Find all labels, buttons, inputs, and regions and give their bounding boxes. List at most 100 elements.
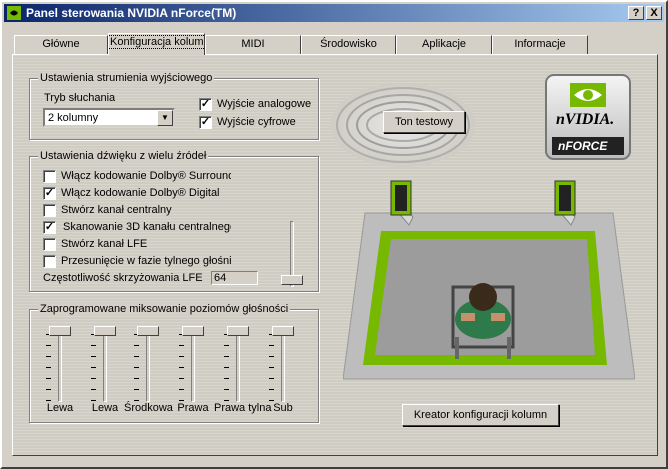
tab-glowne[interactable]: Główne xyxy=(14,35,108,54)
mix-slider-tick xyxy=(179,378,184,379)
mix-slider-track-5[interactable] xyxy=(281,330,285,402)
mix-slider-tick xyxy=(46,367,51,368)
mix-slider-label-5: Sub xyxy=(273,402,293,414)
mix-slider-tick xyxy=(91,378,96,379)
mode-label: Tryb słuchania xyxy=(44,92,116,104)
dolby-surround-option[interactable]: Włącz kodowanie Dolby® Surround xyxy=(43,170,231,184)
analog-output-checkbox[interactable]: ✓ xyxy=(199,98,212,111)
speaker-room-scene xyxy=(343,180,635,380)
mix-slider-tick xyxy=(179,389,184,390)
speaker-wizard-button[interactable]: Kreator konfiguracji kolumn xyxy=(402,404,559,426)
tab-srodowisko[interactable]: Środowisko xyxy=(301,35,396,54)
center-channel-label: Stwórz kanał centralny xyxy=(61,204,172,216)
mix-slider-track-3[interactable] xyxy=(191,330,195,402)
mix-slider-tick xyxy=(269,378,274,379)
rear-phase-label: Przesunięcie w fazie tylnego głośnika xyxy=(61,255,231,267)
window: Panel sterowania NVIDIA nForce(TM) ? X G… xyxy=(0,0,668,469)
mix-slider-tick xyxy=(46,389,51,390)
mix-slider-tick xyxy=(269,389,274,390)
nvidia-brand: nVIDIA. xyxy=(556,111,615,128)
digital-output-option[interactable]: ✓ Wyjście cyfrowe xyxy=(199,116,317,130)
lfe-channel-checkbox[interactable] xyxy=(43,238,56,251)
mix-slider-thumb-2[interactable] xyxy=(137,326,159,336)
chevron-down-icon[interactable]: ▼ xyxy=(157,110,173,126)
mix-slider-tick xyxy=(91,389,96,390)
dolby-surround-label: Włącz kodowanie Dolby® Surround xyxy=(61,170,231,182)
analog-output-option[interactable]: ✓ Wyjście analogowe xyxy=(199,98,317,112)
mix-slider-tick xyxy=(224,389,229,390)
mix-slider-tick xyxy=(134,367,139,368)
dolby-digital-checkbox[interactable]: ✓ xyxy=(43,187,56,200)
mix-slider-tick xyxy=(134,389,139,390)
close-button[interactable]: X xyxy=(646,6,662,20)
mix-slider-label-2: Środkowa xyxy=(124,402,173,414)
mix-slider-tick xyxy=(179,400,184,401)
mix-slider-track-1[interactable] xyxy=(103,330,107,402)
center-3d-label: Skanowanie 3D kanału centralnego xyxy=(63,221,231,233)
mode-select[interactable]: 2 kolumny ▼ xyxy=(43,108,175,127)
lfe-channel-option[interactable]: Stwórz kanał LFE xyxy=(43,238,231,252)
mix-slider-tick xyxy=(91,367,96,368)
tab-konfiguracja-kolumn[interactable]: Konfiguracja kolumn xyxy=(108,33,205,55)
multi-source-group: Ustawienia dźwięku z wielu źródeł Włącz … xyxy=(29,150,319,292)
mix-slider-label-0: Lewa xyxy=(46,402,74,414)
rear-phase-checkbox[interactable] xyxy=(43,255,56,268)
digital-output-checkbox[interactable]: ✓ xyxy=(199,116,212,129)
mix-slider-tick xyxy=(224,345,229,346)
dolby-digital-label: Włącz kodowanie Dolby® Digital xyxy=(61,187,220,199)
mix-slider-thumb-1[interactable] xyxy=(94,326,116,336)
tab-informacje[interactable]: Informacje xyxy=(492,35,588,54)
tab-aplikacje[interactable]: Aplikacje xyxy=(396,35,492,54)
tab-midi[interactable]: MIDI xyxy=(205,35,301,54)
center-channel-checkbox[interactable] xyxy=(43,204,56,217)
lfe-channel-label: Stwórz kanał LFE xyxy=(61,238,148,250)
title-bar[interactable]: Panel sterowania NVIDIA nForce(TM) ? X xyxy=(4,4,664,22)
mix-slider-track-2[interactable] xyxy=(146,330,150,402)
mix-slider-thumb-4[interactable] xyxy=(227,326,249,336)
lfe-crossover-label: Częstotliwość skrzyżowania LFE xyxy=(43,272,203,284)
dolby-surround-checkbox[interactable] xyxy=(43,170,56,183)
mix-slider-tick xyxy=(46,356,51,357)
center-channel-option[interactable]: Stwórz kanał centralny xyxy=(43,204,231,218)
app-icon xyxy=(7,6,21,20)
mix-levels-legend: Zaprogramowane miksowanie poziomów głośn… xyxy=(38,303,291,315)
multi-source-legend: Ustawienia dźwięku z wielu źródeł xyxy=(38,150,209,162)
mix-slider-tick xyxy=(179,356,184,357)
mix-slider-tick xyxy=(134,356,139,357)
mix-slider-track-4[interactable] xyxy=(236,330,240,402)
center-3d-option[interactable]: ✓ Skanowanie 3D kanału centralnego xyxy=(43,221,231,235)
dolby-digital-option[interactable]: ✓ Włącz kodowanie Dolby® Digital xyxy=(43,187,231,201)
mix-slider-tick xyxy=(91,400,96,401)
center-3d-checkbox[interactable]: ✓ xyxy=(43,221,56,234)
window-title: Panel sterowania NVIDIA nForce(TM) xyxy=(26,6,237,20)
mode-value: 2 kolumny xyxy=(48,112,99,124)
tab-panel: Ustawienia strumienia wyjściowego Tryb s… xyxy=(12,54,658,456)
lfe-slider-thumb[interactable] xyxy=(281,275,303,285)
tab-strip: Główne Konfiguracja kolumn MIDI Środowis… xyxy=(12,33,660,55)
mix-slider-thumb-5[interactable] xyxy=(272,326,294,336)
mix-slider-tick xyxy=(46,400,51,401)
output-settings-legend: Ustawienia strumienia wyjściowego xyxy=(38,72,215,84)
mix-slider-tick xyxy=(46,345,51,346)
mix-slider-label-3: Prawa xyxy=(177,402,209,414)
analog-output-label: Wyjście analogowe xyxy=(217,98,312,110)
nvidia-logo: nVIDIA. nFORCE xyxy=(544,73,632,161)
mix-slider-tick xyxy=(179,345,184,346)
mix-slider-label-4: Prawa tylna xyxy=(214,402,272,414)
mix-slider-thumb-3[interactable] xyxy=(182,326,204,336)
mix-slider-track-0[interactable] xyxy=(58,330,62,402)
mix-slider-tick xyxy=(269,400,274,401)
mix-slider-thumb-0[interactable] xyxy=(49,326,71,336)
mix-levels-group: Zaprogramowane miksowanie poziomów głośn… xyxy=(29,303,319,423)
digital-output-label: Wyjście cyfrowe xyxy=(217,116,296,128)
test-tone-button[interactable]: Ton testowy xyxy=(383,111,465,133)
mix-slider-tick xyxy=(46,378,51,379)
help-button[interactable]: ? xyxy=(628,6,644,20)
mix-slider-tick xyxy=(91,356,96,357)
mix-slider-tick xyxy=(224,367,229,368)
mix-slider-tick xyxy=(134,400,139,401)
rear-phase-option[interactable]: Przesunięcie w fazie tylnego głośnika xyxy=(43,255,231,269)
mix-slider-tick xyxy=(91,345,96,346)
mix-slider-tick xyxy=(224,400,229,401)
lfe-crossover-value: 64 xyxy=(211,271,258,285)
